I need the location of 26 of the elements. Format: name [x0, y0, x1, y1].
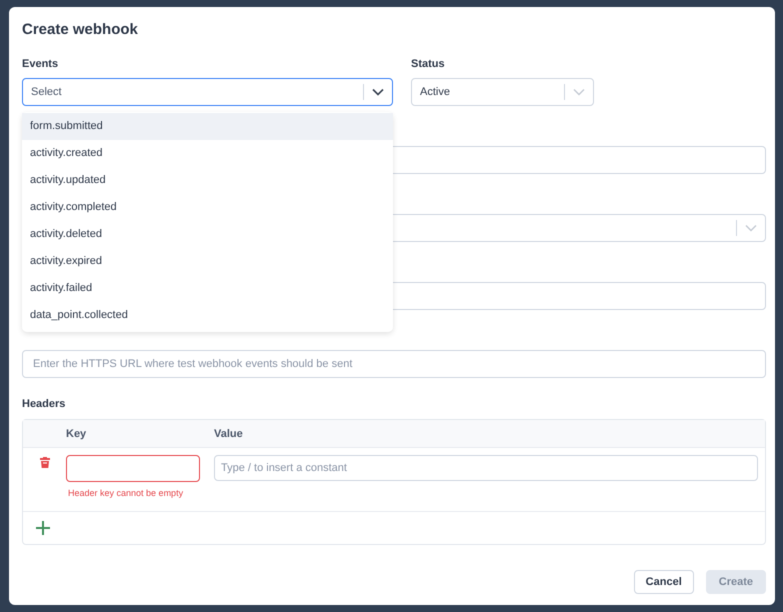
field-label: Status: [411, 57, 446, 72]
column-header: Key: [66, 428, 88, 440]
events-select[interactable]: Select: [22, 78, 393, 106]
trash-icon[interactable]: [40, 457, 50, 468]
error-message: Header key cannot be empty: [67, 488, 184, 498]
dropdown-option[interactable]: activity.updated: [22, 167, 393, 194]
key-field[interactable]: [66, 455, 200, 482]
section-label: Headers: [22, 397, 66, 412]
cancel-button[interactable]: Cancel: [634, 570, 694, 594]
dropdown-option[interactable]: data_point.collected: [22, 302, 393, 329]
column-header: Value: [214, 428, 244, 440]
dropdown-option[interactable]: activity.failed: [22, 275, 393, 302]
chevron-down-icon: [573, 88, 585, 96]
value-field[interactable]: Type / to insert a constant: [214, 455, 758, 481]
status-select[interactable]: Active: [411, 78, 594, 106]
plus-icon[interactable]: [36, 521, 50, 535]
dropdown-option[interactable]: activity.deleted: [22, 221, 393, 248]
chevron-down-icon: [372, 88, 384, 96]
field-label: Events: [22, 57, 60, 72]
chevron-down-icon: [745, 224, 757, 232]
dialog-title: Create webhook: [22, 20, 139, 40]
dropdown-option[interactable]: activity.expired: [22, 248, 393, 275]
dropdown-option[interactable]: activity.completed: [22, 194, 393, 221]
test-endpoint-field[interactable]: Enter the HTTPS URL where test webhook events should be sent: [22, 350, 766, 378]
dropdown-option[interactable]: activity.created: [22, 140, 393, 167]
dropdown-option[interactable]: form.submitted: [22, 113, 393, 140]
